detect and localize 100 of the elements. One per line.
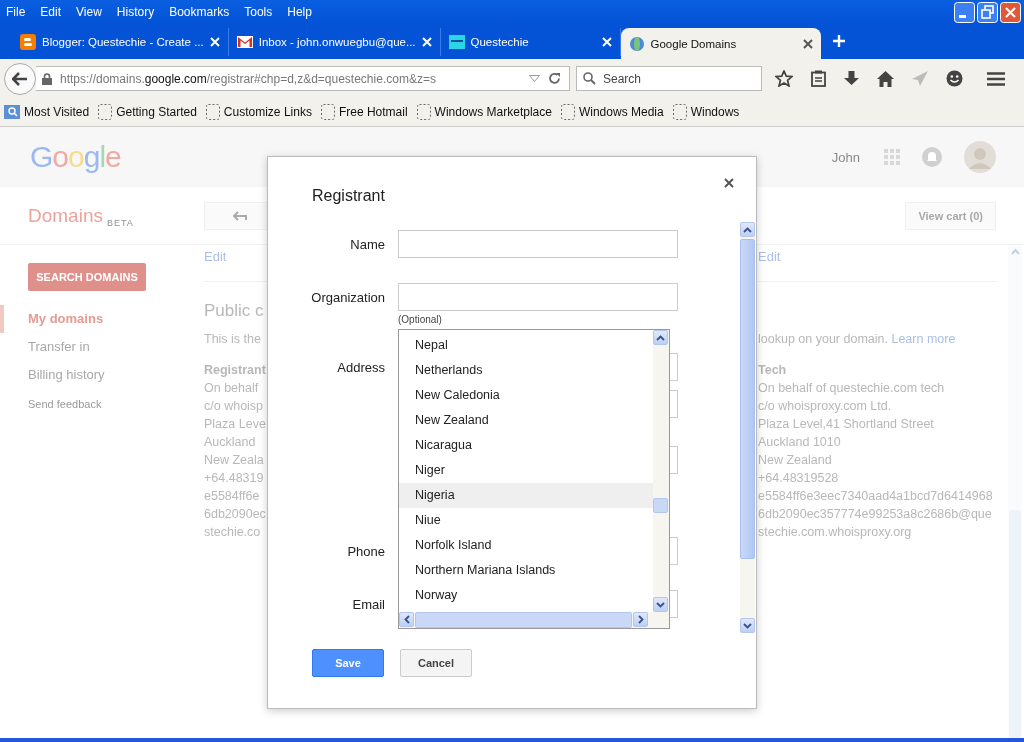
contact-title: Tech	[758, 363, 788, 379]
scroll-thumb[interactable]	[740, 239, 755, 559]
browser-tab[interactable]: Inbox - john.onwuegbu@que...	[228, 28, 441, 56]
contact-line: Auckland 1010	[758, 435, 842, 451]
star-icon[interactable]	[775, 70, 793, 87]
bookmark[interactable]: Windows Media	[578, 105, 664, 119]
scroll-up-icon[interactable]	[743, 226, 752, 233]
field-label: Email	[351, 596, 385, 614]
page-icon	[560, 104, 575, 120]
bookmark[interactable]: Windows	[690, 105, 740, 119]
menu-item[interactable]: Edit	[40, 5, 62, 19]
list-option[interactable]: Niger	[399, 458, 653, 483]
blogger-icon	[20, 34, 36, 50]
page-icon	[416, 104, 431, 120]
contact-line: On behalf of questechie.com tech	[758, 381, 946, 397]
new-tab-icon[interactable]	[832, 35, 845, 47]
mail-icon	[236, 36, 253, 48]
search-field[interactable]: Search	[576, 66, 762, 91]
contact-line: New Zealand	[758, 453, 833, 469]
menu-item[interactable]: View	[76, 5, 102, 19]
list-option[interactable]: Norfolk Island	[399, 533, 653, 558]
beta-label: BETA	[107, 217, 134, 228]
scroll-down-icon[interactable]	[656, 601, 665, 608]
scroll-left-icon[interactable]	[403, 615, 410, 624]
input-field[interactable]	[398, 283, 678, 311]
list-option[interactable]: Nigeria	[399, 483, 653, 508]
scrollbar[interactable]	[1008, 245, 1022, 738]
contact-line: Auckland	[204, 435, 257, 451]
page-icon	[320, 104, 335, 120]
scroll-down-icon[interactable]	[743, 622, 752, 629]
menu-item[interactable]: Help	[287, 5, 312, 19]
page-icon	[672, 104, 687, 120]
clipboard-icon[interactable]	[811, 70, 826, 87]
menu-item[interactable]: Tools	[244, 5, 273, 19]
scroll-thumb[interactable]	[415, 612, 632, 628]
reload-icon[interactable]	[548, 72, 561, 85]
minimize-icon[interactable]	[954, 1, 975, 23]
browser-tab[interactable]: Blogger: Questechie - Create ...	[12, 28, 229, 56]
page-icon	[98, 104, 113, 120]
download-icon[interactable]	[844, 70, 859, 87]
contact-line: 6db2090ec357774e99253a8c2686b@que	[758, 507, 993, 523]
contact-line: On behalf	[204, 381, 260, 397]
list-option[interactable]: Netherlands	[399, 358, 653, 383]
bookmark[interactable]: Customize Links	[223, 105, 312, 119]
browser-tab[interactable]: Questechie	[440, 28, 621, 56]
site-icon	[448, 35, 465, 49]
cancel-button[interactable]: Cancel	[400, 649, 472, 677]
contact-line: New Zeala	[204, 453, 265, 469]
scroll-right-icon[interactable]	[637, 615, 644, 624]
contact-line: e5584ff6e3eec7340aad4a1bcd7d6414968	[758, 489, 994, 505]
bookmark[interactable]: Getting Started	[116, 105, 197, 119]
contact-line: Plaza Leve	[204, 417, 267, 433]
close-tab-icon[interactable]	[802, 38, 813, 49]
input-field[interactable]	[398, 230, 678, 258]
lock-icon	[42, 72, 52, 85]
field-label: Organization	[310, 289, 385, 307]
contact-line: e5584ff6e	[204, 489, 261, 505]
menu-icon[interactable]	[987, 71, 1005, 86]
contact-line: +64.48319528	[758, 471, 840, 487]
bookmark[interactable]: Most Visited	[24, 105, 90, 119]
search-icon	[583, 72, 596, 85]
bookmark[interactable]: Windows Marketplace	[434, 105, 552, 119]
country-dropdown-menu[interactable]: Nepal Netherlands New Caledonia New Zealand Nicaragua Niger Nigeria Niue Norfolk Island Northern Mariana Islands Norway	[398, 329, 670, 629]
scroll-up-icon[interactable]	[656, 334, 665, 341]
home-icon[interactable]	[877, 70, 894, 87]
list-option[interactable]: Nepal	[399, 333, 653, 358]
intro-text: lookup on your domain.	[758, 332, 888, 346]
address-field[interactable]: https://domains.google.com/registrar#chp=d,z&d=questechie.com&z=s	[36, 66, 570, 91]
dialog-title: Registrant	[312, 187, 386, 206]
back-button[interactable]	[4, 62, 36, 95]
contact-line: stechie.com.whoisproxy.org	[758, 525, 913, 541]
field-label: Address	[336, 359, 385, 377]
scroll-thumb[interactable]	[653, 498, 668, 513]
contact-line: c/o whoisproxy.com Ltd.	[758, 399, 893, 415]
menu-item[interactable]: File	[6, 5, 26, 19]
contact-line: +64.48319	[204, 471, 265, 487]
smiley-icon[interactable]	[946, 70, 963, 87]
product-name: Domains	[28, 204, 103, 227]
menu-item[interactable]: Bookmarks	[169, 5, 230, 19]
contact-line: stechie.co	[204, 525, 262, 541]
field-label: Name	[349, 236, 385, 254]
bookmark[interactable]: Free Hotmail	[338, 105, 408, 119]
browser-tab[interactable]: Google Domains	[620, 28, 821, 59]
list-option[interactable]: Norway	[399, 583, 653, 608]
intro-text: This is the	[204, 332, 262, 348]
contact-line: Plaza Level,41 Shortland Street	[758, 417, 935, 433]
list-option[interactable]: Niue	[399, 508, 653, 533]
list-option[interactable]: Northern Mariana Islands	[399, 558, 653, 583]
list-option[interactable]: New Zealand	[399, 408, 653, 433]
close-icon[interactable]	[724, 178, 734, 188]
dropdown-icon[interactable]	[529, 75, 540, 82]
restore-icon[interactable]	[977, 1, 998, 23]
hint-text: (Optional)	[398, 314, 443, 325]
list-option[interactable]: Nicaragua	[399, 433, 653, 458]
send-icon	[912, 71, 928, 86]
field-label: Phone	[346, 543, 385, 561]
list-option[interactable]: New Caledonia	[399, 383, 653, 408]
contact-title: Registrant	[204, 363, 267, 379]
menu-item[interactable]: History	[116, 5, 155, 19]
page-icon	[205, 104, 220, 120]
